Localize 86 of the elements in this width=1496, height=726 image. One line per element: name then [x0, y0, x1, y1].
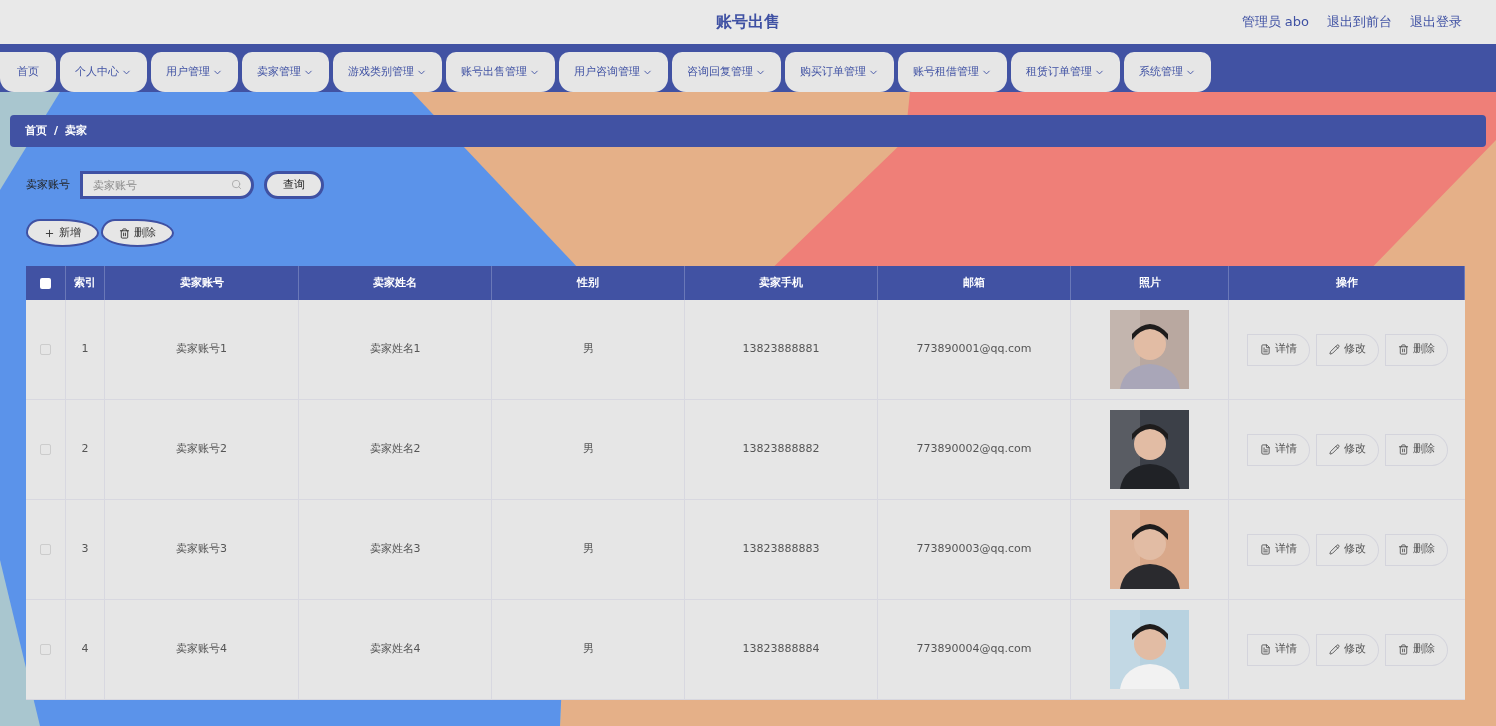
column-header: 卖家姓名	[299, 266, 492, 300]
edit-button[interactable]: 修改	[1315, 433, 1379, 466]
logout-link[interactable]: 退出登录	[1410, 12, 1462, 32]
nav-tab[interactable]: 用户咨询管理	[559, 52, 668, 92]
pencil-icon	[1328, 344, 1340, 355]
document-icon	[1259, 444, 1271, 455]
pencil-icon	[1328, 544, 1340, 555]
trash-icon	[119, 227, 130, 239]
header-checkbox[interactable]	[40, 277, 51, 289]
column-header: 操作	[1229, 266, 1465, 300]
table-cell: 卖家姓名1	[369, 341, 421, 358]
nav-tab[interactable]: 咨询回复管理	[672, 52, 781, 92]
nav-tab[interactable]: 游戏类别管理	[333, 52, 442, 92]
trash-icon	[1397, 644, 1409, 655]
trash-icon	[1397, 344, 1409, 355]
logout-link[interactable]: 退出到前台	[1327, 12, 1392, 32]
table-cell: 卖家姓名3	[369, 541, 421, 558]
nav-tab[interactable]: 账号租借管理	[898, 52, 1007, 92]
table-cell: 卖家账号3	[176, 541, 227, 558]
admin-link[interactable]: 管理员 abo	[1241, 12, 1309, 32]
search-icon	[231, 179, 242, 190]
pencil-icon	[1328, 444, 1340, 455]
search-label: 卖家账号	[26, 176, 70, 193]
column-header: 卖家账号	[105, 266, 299, 300]
column-header: 索引	[66, 266, 105, 300]
delete-button[interactable]: 删除	[1384, 433, 1448, 466]
edit-button[interactable]: 修改	[1315, 333, 1379, 366]
pencil-icon	[1328, 644, 1340, 655]
trash-icon	[1397, 444, 1409, 455]
edit-button[interactable]: 修改	[1315, 633, 1379, 666]
detail-button[interactable]: 详情	[1246, 633, 1310, 666]
table-cell: 4	[81, 641, 89, 658]
nav-tab[interactable]: 租赁订单管理	[1011, 52, 1120, 92]
table-cell: 卖家账号2	[176, 441, 227, 458]
table-cell: 13823888882	[742, 441, 820, 458]
table-cell: 卖家姓名2	[369, 441, 421, 458]
delete-button[interactable]: 删除	[1384, 333, 1448, 366]
document-icon	[1259, 644, 1271, 655]
table-cell: 773890001@qq.com	[916, 341, 1032, 358]
trash-icon	[1397, 544, 1409, 555]
table-cell: 男	[582, 341, 594, 358]
nav-tab[interactable]: 卖家管理	[242, 52, 329, 92]
table-cell: 13823888881	[742, 341, 820, 358]
row-checkbox[interactable]	[40, 344, 51, 355]
table-cell: 男	[582, 541, 594, 558]
detail-button[interactable]: 详情	[1246, 333, 1310, 366]
search-field[interactable]: 卖家账号	[80, 171, 254, 199]
delete-button[interactable]: 删除	[1384, 533, 1448, 566]
detail-button[interactable]: 详情	[1246, 533, 1310, 566]
detail-button[interactable]: 详情	[1246, 433, 1310, 466]
app-title: 账号出售	[716, 11, 780, 33]
table-cell: 773890003@qq.com	[916, 541, 1032, 558]
row-checkbox[interactable]	[40, 644, 51, 655]
query-button[interactable]: 查询	[264, 171, 324, 199]
table-cell: 1	[81, 341, 89, 358]
nav-tab[interactable]: 系统管理	[1124, 52, 1211, 92]
table-cell: 卖家姓名4	[369, 641, 421, 658]
edit-button[interactable]: 修改	[1315, 533, 1379, 566]
table-cell: 卖家账号4	[176, 641, 227, 658]
table-cell: 773890004@qq.com	[916, 641, 1032, 658]
nav-tab[interactable]: 购买订单管理	[785, 52, 894, 92]
table-cell: 13823888883	[742, 541, 820, 558]
document-icon	[1259, 544, 1271, 555]
table-cell: 男	[582, 641, 594, 658]
nav-tab[interactable]: 首页	[0, 52, 56, 92]
row-checkbox[interactable]	[40, 544, 51, 555]
table-cell: 卖家账号1	[176, 341, 227, 358]
nav-tab[interactable]: 账号出售管理	[446, 52, 555, 92]
table-cell: 13823888884	[742, 641, 820, 658]
breadcrumb-item: 卖家	[65, 122, 88, 139]
breadcrumb-item[interactable]: 首页	[25, 122, 47, 140]
column-header: 照片	[1071, 266, 1229, 300]
plus-icon	[44, 227, 55, 239]
column-header: 性别	[492, 266, 685, 300]
breadcrumb-separator: /	[54, 122, 59, 139]
document-icon	[1259, 344, 1271, 355]
row-checkbox[interactable]	[40, 444, 51, 455]
column-header: 卖家手机	[685, 266, 878, 300]
table-cell: 男	[582, 441, 594, 458]
nav-tab[interactable]: 用户管理	[151, 52, 238, 92]
table-cell: 773890002@qq.com	[916, 441, 1032, 458]
nav-tab[interactable]: 个人中心	[60, 52, 147, 92]
table-cell: 2	[81, 441, 89, 458]
delete-button[interactable]: 删除	[1384, 633, 1448, 666]
table-cell: 3	[81, 541, 89, 558]
column-header: 邮箱	[878, 266, 1071, 300]
